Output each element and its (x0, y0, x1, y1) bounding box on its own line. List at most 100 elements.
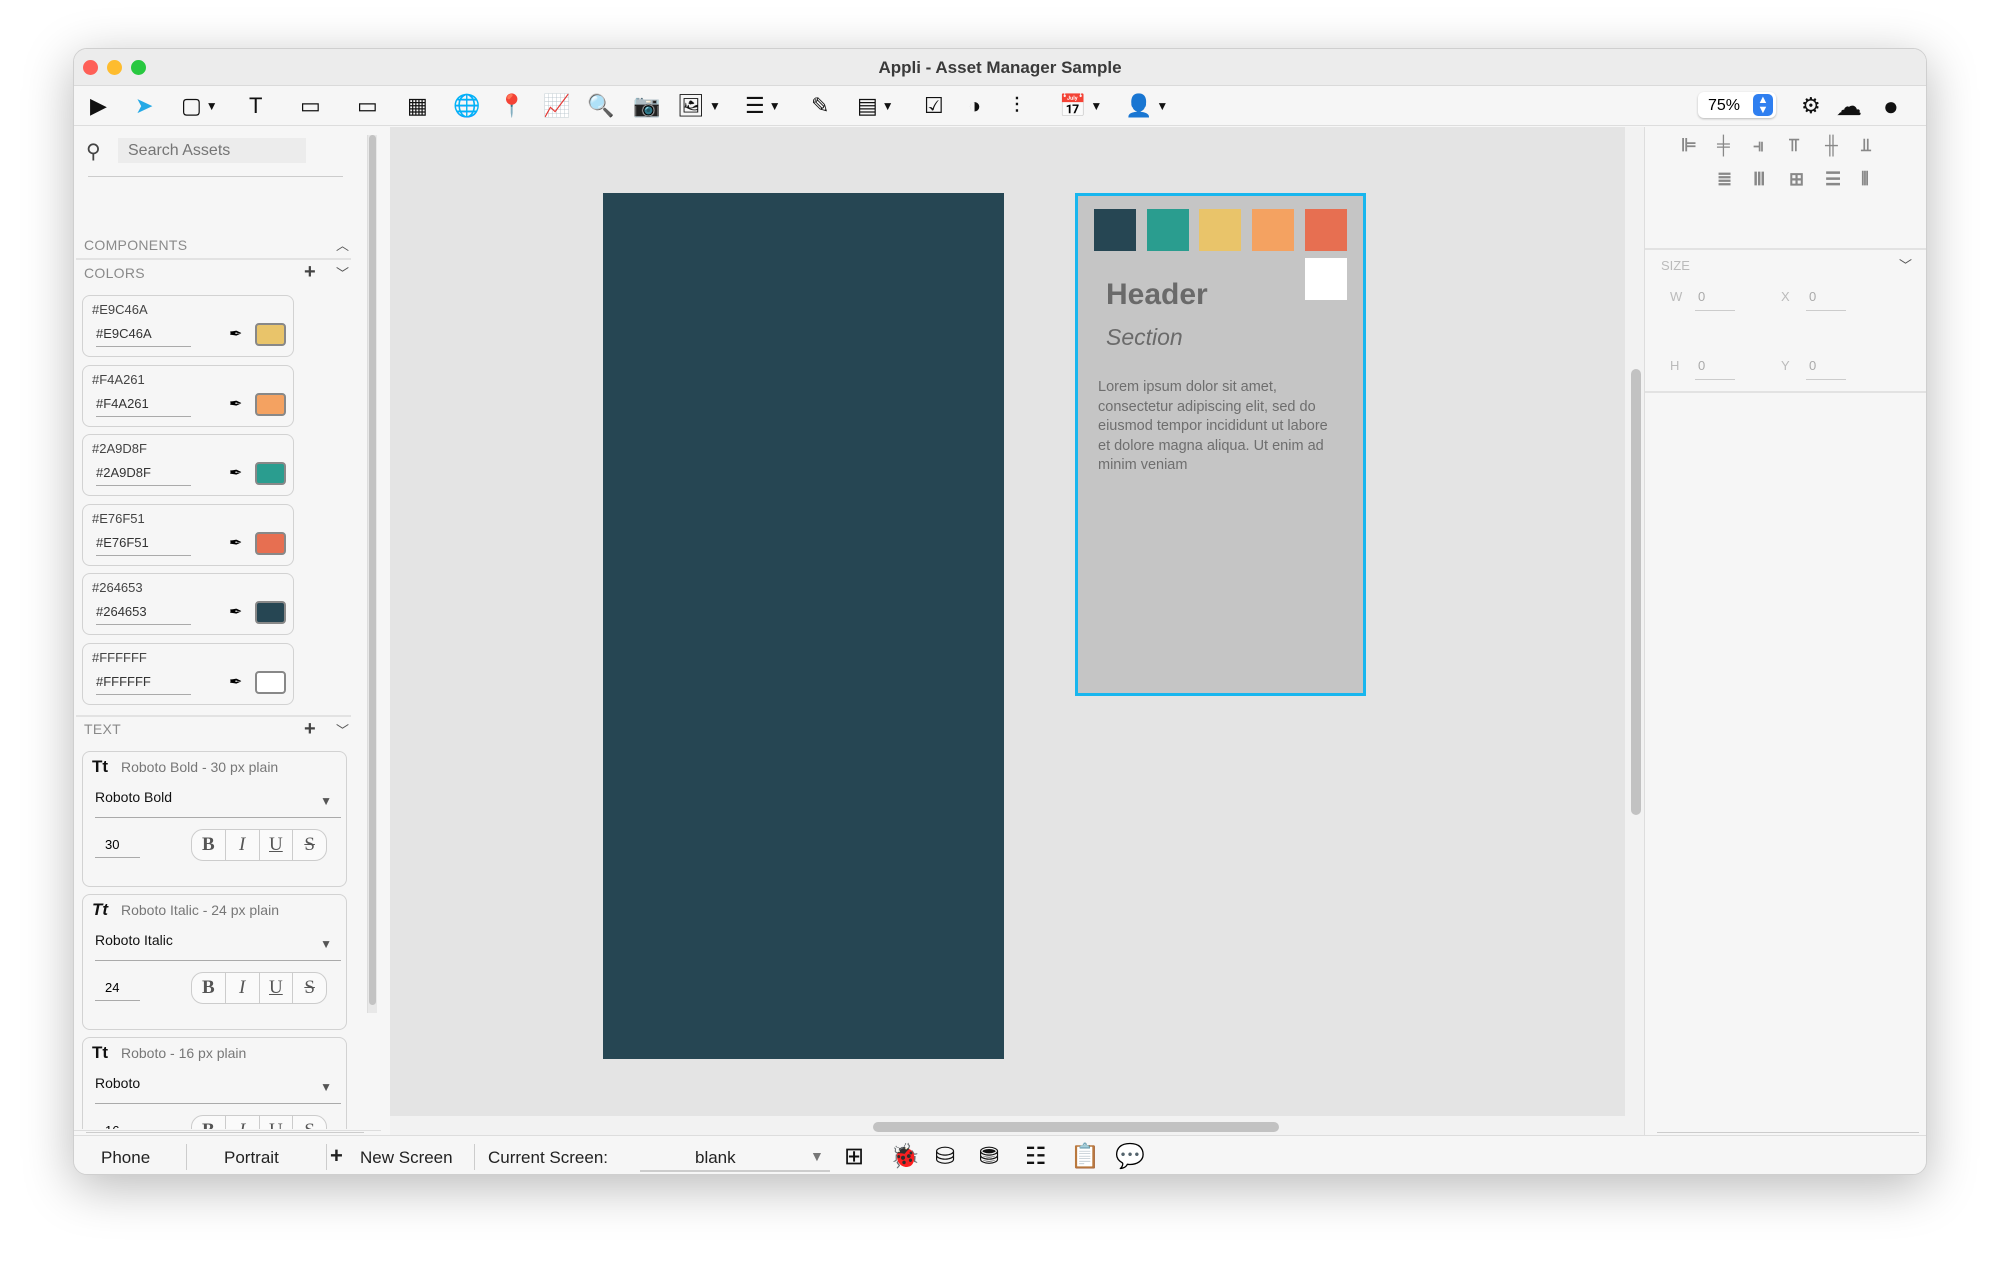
distribute-center-icon[interactable]: ⊞ (1789, 169, 1804, 190)
height-field[interactable]: 0 (1695, 358, 1735, 380)
chevron-up-icon[interactable]: ︿ (336, 235, 349, 254)
color-hex-field[interactable]: #2A9D8F (96, 465, 191, 486)
color-swatch[interactable] (1252, 209, 1295, 251)
play-icon[interactable]: ▶ (90, 92, 107, 120)
add-color-icon[interactable]: + (304, 261, 316, 284)
chart-icon[interactable]: 📈 (543, 92, 570, 120)
italic-button[interactable]: I (226, 830, 260, 860)
orientation-selector[interactable]: Portrait (224, 1148, 279, 1168)
edit-icon[interactable]: ✎ (811, 92, 829, 120)
debug-bug-icon[interactable]: 🐞 (890, 1142, 920, 1171)
strikethrough-button[interactable]: S (293, 1116, 326, 1129)
underline-button[interactable]: U (260, 830, 294, 860)
grid-view-icon[interactable]: ⊞ (844, 1142, 864, 1171)
chevron-down-icon[interactable]: ﹀ (1899, 255, 1912, 274)
database-search-icon[interactable]: ⛃ (979, 1142, 999, 1171)
strikethrough-button[interactable]: S (293, 830, 326, 860)
chevron-down-icon[interactable]: ﹀ (336, 720, 349, 739)
settings-icon[interactable]: ⚙ (1801, 92, 1821, 120)
globe-icon[interactable]: 🌐 (453, 92, 480, 120)
camera-icon[interactable]: 📷 (633, 92, 660, 120)
color-swatch[interactable] (1094, 209, 1136, 251)
eyedropper-icon[interactable]: ✒ (229, 463, 242, 483)
clipboard-edit-icon[interactable]: 📋 (1070, 1142, 1100, 1171)
calendar-icon[interactable]: 📅 ▼ (1059, 92, 1102, 120)
add-text-style-icon[interactable]: + (304, 718, 316, 741)
rectangle-icon[interactable]: ▢ ▼ (181, 92, 218, 120)
color-swatch[interactable] (255, 323, 286, 346)
font-family-select[interactable]: Roboto Bold (95, 789, 341, 818)
italic-button[interactable]: I (226, 973, 260, 1003)
bold-button[interactable]: B (192, 1116, 226, 1129)
color-swatch[interactable] (255, 670, 286, 694)
color-hex-field[interactable]: #E9C46A (96, 326, 191, 347)
dropdown-arrow-icon[interactable]: ▼ (320, 937, 332, 951)
zoom-select[interactable]: 75% ▲ ▼ (1698, 92, 1776, 118)
dropdown-arrow-icon[interactable]: ▼ (320, 1080, 332, 1094)
style-guide-card-selected[interactable]: Header Section Lorem ipsum dolor sit ame… (1075, 193, 1366, 696)
color-swatch[interactable] (255, 531, 286, 555)
canvas-horizontal-scrollbar[interactable] (873, 1122, 1279, 1132)
device-selector[interactable]: Phone (101, 1148, 150, 1168)
color-swatch[interactable] (1199, 209, 1242, 251)
plus-icon[interactable]: + (330, 1143, 343, 1169)
button-icon[interactable]: ▭ (300, 92, 321, 120)
equal-spacing-horizontal-icon[interactable]: ⦀ (1861, 169, 1869, 190)
align-center-horizontal-icon[interactable]: ╪ (1717, 135, 1730, 156)
dropdown-arrow-icon[interactable]: ▼ (1090, 99, 1102, 113)
dropdown-arrow-icon[interactable]: ▼ (320, 794, 332, 808)
align-top-icon[interactable]: ⫪ (1789, 135, 1799, 156)
text-icon[interactable]: T (249, 92, 262, 120)
table-icon[interactable]: ▦ (407, 92, 428, 120)
eyedropper-icon[interactable]: ✒ (229, 394, 242, 414)
phone-screen-dark[interactable] (603, 193, 1004, 1059)
italic-button[interactable]: I (226, 1116, 260, 1129)
color-asset-card[interactable]: #F4A261 #F4A261 ✒ (82, 364, 294, 427)
dropdown-arrow-icon[interactable]: ▼ (769, 99, 781, 113)
align-middle-vertical-icon[interactable]: ╫ (1825, 135, 1838, 156)
list-icon[interactable]: ☰ ▼ (745, 92, 781, 120)
color-swatch-white[interactable] (1305, 258, 1347, 300)
align-right-icon[interactable]: ⫣ (1753, 135, 1764, 156)
text-style-card[interactable]: Tt Roboto - 16 px plain Roboto ▼ 16 B I … (82, 1037, 347, 1129)
zoom-stepper-icon[interactable]: ▲ ▼ (1753, 94, 1773, 116)
cloud-upload-icon[interactable]: ☁ (1836, 91, 1862, 121)
eyedropper-icon[interactable]: ✒ (229, 324, 242, 344)
font-size-field[interactable]: 24 (95, 980, 140, 1001)
y-field[interactable]: 0 (1806, 358, 1846, 380)
toggle-icon[interactable]: ◑ (968, 92, 981, 120)
align-bottom-icon[interactable]: ⫫ (1861, 135, 1871, 156)
color-asset-card[interactable]: #FFFFFF #FFFFFF ✒ (82, 642, 294, 705)
dropdown-arrow-icon[interactable]: ▼ (1156, 99, 1168, 113)
dropdown-arrow-icon[interactable]: ▼ (709, 99, 721, 113)
pointer-icon[interactable]: ➤ (135, 92, 153, 120)
sort-list-icon[interactable]: ☷ (1025, 1142, 1047, 1171)
color-asset-card[interactable]: #E9C46A #E9C46A ✒ (82, 295, 294, 357)
distribute-horizontal-icon[interactable]: ≣ (1717, 169, 1732, 190)
image-icon[interactable]: 🖼 ▼ (677, 92, 721, 120)
distribute-vertical-icon[interactable]: Ⅲ (1753, 169, 1765, 190)
database-icon[interactable]: ⛁ (935, 1142, 955, 1171)
color-swatch[interactable] (255, 392, 286, 416)
color-hex-field[interactable]: #E76F51 (96, 535, 191, 556)
body-text[interactable]: Lorem ipsum dolor sit amet, consectetur … (1098, 378, 1343, 476)
components-section-header[interactable]: COMPONENTS (84, 237, 187, 253)
color-asset-card[interactable]: #264653 #264653 ✒ (82, 573, 294, 635)
align-left-icon[interactable]: ⊫ (1681, 135, 1697, 156)
checkbox-icon[interactable]: ☑ (924, 92, 944, 120)
add-user-icon[interactable]: 👤 ▼ (1125, 92, 1168, 120)
header-text[interactable]: Header (1106, 278, 1208, 312)
text-section-header[interactable]: TEXT (84, 721, 121, 737)
text-style-card[interactable]: Tt Roboto Bold - 30 px plain Roboto Bold… (82, 751, 347, 887)
colors-section-header[interactable]: COLORS (84, 265, 145, 281)
font-family-select[interactable]: Roboto Italic (95, 932, 341, 961)
section-text[interactable]: Section (1106, 324, 1183, 351)
color-swatch[interactable] (1304, 209, 1347, 251)
color-hex-field[interactable]: #F4A261 (96, 396, 191, 417)
dropdown-arrow-icon[interactable]: ▼ (206, 99, 218, 113)
color-swatch[interactable] (1146, 209, 1189, 251)
color-asset-card[interactable]: #E76F51 #E76F51 ✒ (82, 503, 294, 566)
search-icon[interactable]: 🔍 (587, 92, 614, 120)
width-field[interactable]: 0 (1695, 289, 1735, 311)
strikethrough-button[interactable]: S (293, 973, 326, 1003)
